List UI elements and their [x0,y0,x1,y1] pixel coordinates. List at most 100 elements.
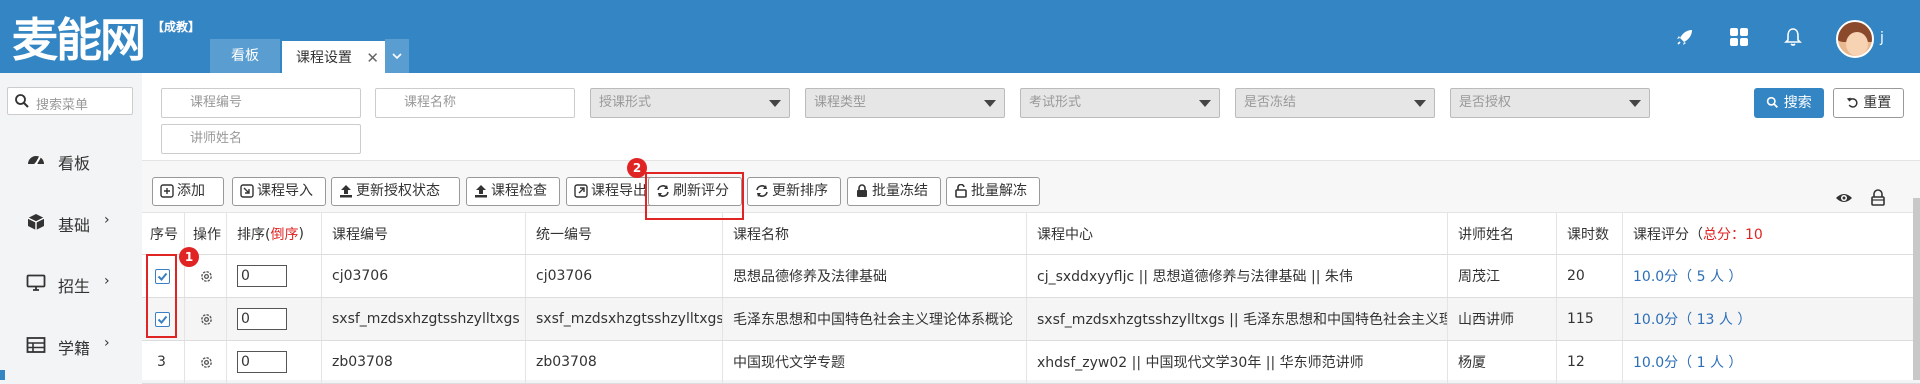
batch-freeze-button[interactable]: 批量冻结 [847,177,941,206]
row-sort-cell: 0 [227,255,322,297]
caret-down-icon [1414,100,1426,107]
undo-icon [1846,97,1858,108]
sidebar-indicator [0,370,5,380]
menu-search-input[interactable]: 搜索菜单 [7,87,133,115]
gear-icon[interactable] [199,269,214,284]
exam-form-value: 考试形式 [1029,95,1082,110]
table-row[interactable]: 0 cj03706 cj03706 思想品德修养及法律基础 cj_sxddxyy… [142,255,1920,298]
frozen-select[interactable]: 是否冻结 [1235,88,1435,118]
tab-kanban[interactable]: 看板 [210,39,280,73]
import-icon [240,184,254,198]
course-export-label: 课程导出 [591,183,647,199]
teaching-form-select[interactable]: 授课形式 [590,88,790,118]
row-rating-link[interactable]: 10.0分（ 13 人 ） [1623,298,1920,340]
search-icon [15,94,29,108]
course-import-button[interactable]: 课程导入 [232,177,326,206]
table-header: 序号 操作 排序(倒序) 课程编号 统一编号 课程名称 课程中心 讲师姓名 课时… [142,213,1920,255]
unlock-icon [955,184,967,198]
add-icon [160,184,174,198]
gear-icon[interactable] [199,312,214,327]
sidebar: 搜索菜单 看板 基础 › 招生 › 学籍 › [0,73,142,380]
authorized-value: 是否授权 [1459,95,1512,110]
frozen-value: 是否冻结 [1244,95,1297,110]
sort-order-input[interactable]: 0 [237,308,287,330]
gear-icon[interactable] [199,355,214,370]
batch-unfreeze-label: 批量解冻 [971,183,1027,199]
tab-dropdown-button[interactable] [385,39,409,73]
grid-icon[interactable] [1726,24,1752,50]
row-rating-link[interactable]: 10.0分（ 5 人 ） [1623,255,1920,297]
teacher-name-input[interactable]: 讲师姓名 [161,124,361,154]
vertical-scrollbar[interactable] [1913,198,1920,380]
add-button[interactable]: 添加 [152,177,224,206]
authorized-select[interactable]: 是否授权 [1450,88,1650,118]
avatar[interactable] [1836,20,1874,58]
sidebar-item-basic[interactable]: 基础 › [0,202,142,242]
close-icon[interactable]: ✕ [366,41,379,75]
sidebar-item-enroll[interactable]: 招生 › [0,263,142,303]
update-sort-button[interactable]: 更新排序 [747,177,841,206]
update-auth-status-label: 更新授权状态 [356,183,440,199]
lock-open-icon[interactable] [1869,189,1887,207]
menu-search-placeholder: 搜索菜单 [36,98,89,113]
chevron-right-icon: › [104,335,110,351]
row-operation-cell [185,341,227,383]
sort-order-input[interactable]: 0 [237,351,287,373]
row-course-name: 毛泽东思想和中国特色社会主义理论体系概论 [723,298,1027,340]
refresh-icon [756,185,768,197]
user-name[interactable]: j [1880,30,1884,46]
update-auth-status-button[interactable]: 更新授权状态 [331,177,460,206]
row-seq: 3 [142,341,185,383]
course-check-button[interactable]: 课程检查 [466,177,560,206]
highlight-box-refresh [645,172,744,220]
header-rating-label: 课程评分（ [1633,226,1703,243]
chevron-right-icon: › [104,273,110,289]
course-type-select[interactable]: 课程类型 [805,88,1005,118]
row-course-name: 中国现代文学专题 [723,341,1027,383]
batch-unfreeze-button[interactable]: 批量解冻 [946,177,1040,206]
course-type-value: 课程类型 [814,95,867,110]
search-button[interactable]: 搜索 [1754,88,1824,118]
table-row[interactable]: 0 sxsf_mzdsxhzgtsshzylltxgs sxsf_mzdsxhz… [142,298,1920,341]
row-course-code: zb03708 [322,341,526,383]
course-code-input[interactable]: 课程编号 [161,88,361,118]
course-check-label: 课程检查 [491,183,547,199]
sidebar-item-student-status[interactable]: 学籍 › [0,325,142,365]
eye-icon[interactable] [1835,189,1853,207]
tab-kanban-label: 看板 [231,48,259,64]
table-row[interactable]: 3 0 zb03708 zb03708 中国现代文学专题 xhdsf_zyw02… [142,341,1920,384]
logo-text: 麦能网 [12,13,146,67]
annotation-badge-2: 2 [627,158,647,178]
sidebar-item-label: 学籍 [58,339,91,358]
header-course-code: 课程编号 [322,213,526,254]
filter-panel: 课程编号 课程名称 授课形式 课程类型 考试形式 是否冻结 是否授权 讲师姓名 … [142,73,1920,161]
row-hours: 12 [1557,341,1623,383]
bell-icon[interactable] [1780,24,1806,50]
sidebar-item-kanban[interactable]: 看板 [0,140,142,180]
row-unified-code: cj03706 [526,255,723,297]
header-sort[interactable]: 排序(倒序) [227,213,322,254]
header-course-name: 课程名称 [723,213,1027,254]
tab-course-settings[interactable]: 课程设置 ✕ [282,39,387,73]
export-icon [574,184,588,198]
caret-down-icon [1629,100,1641,107]
search-icon [1767,96,1779,109]
header-course-center: 课程中心 [1027,213,1448,254]
add-button-label: 添加 [177,183,205,199]
row-rating-link[interactable]: 10.0分（ 1 人 ） [1623,341,1920,383]
chevron-down-icon [392,53,402,60]
reset-button[interactable]: 重置 [1833,88,1904,118]
header-sort-label: 排序( [237,226,271,243]
reset-button-label: 重置 [1863,95,1892,111]
row-course-center: sxsf_mzdsxhzgtsshzylltxgs || 毛泽东思想和中国特色社… [1027,298,1448,340]
exam-form-select[interactable]: 考试形式 [1020,88,1220,118]
row-unified-code: zb03708 [526,341,723,383]
row-teacher-name: 山西讲师 [1448,298,1557,340]
upload-icon [340,185,352,198]
dashboard-icon [28,156,44,166]
course-name-input[interactable]: 课程名称 [375,88,575,118]
row-course-name: 思想品德修养及法律基础 [723,255,1027,297]
sort-order-input[interactable]: 0 [237,265,287,287]
rocket-icon[interactable] [1672,24,1698,50]
annotation-badge-1: 1 [179,247,199,267]
